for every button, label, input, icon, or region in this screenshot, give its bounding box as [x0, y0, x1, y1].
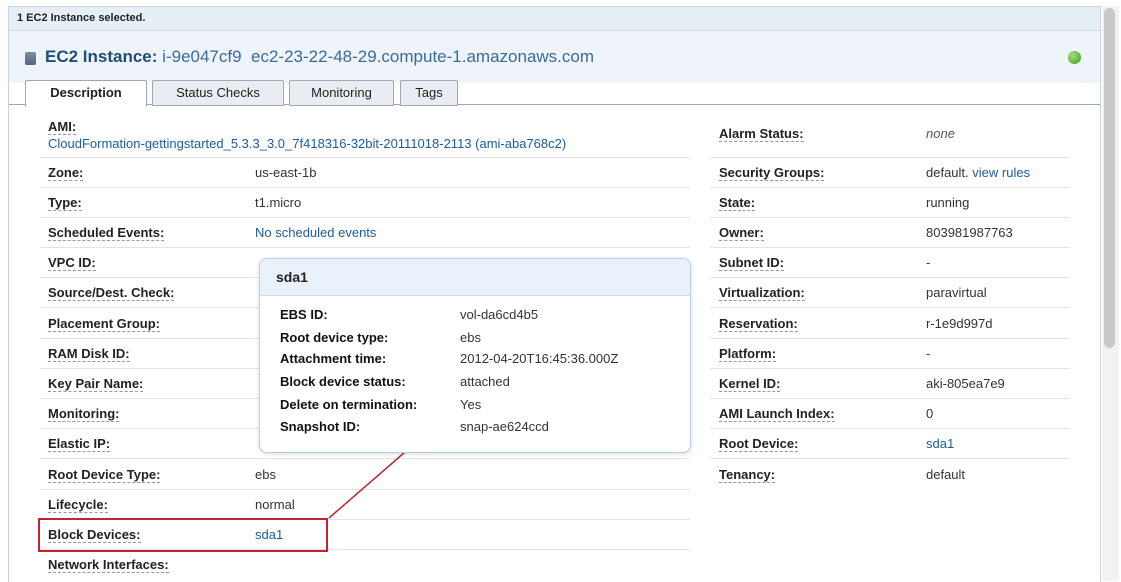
popup-root-device-type-label: Root device type: — [280, 330, 389, 345]
popup-snapshot-id-label: Snapshot ID: — [280, 419, 361, 434]
popup-attachment-time-label: Attachment time: — [280, 351, 387, 366]
popup-delete-on-termination-label: Delete on termination: — [280, 397, 418, 412]
popup-snapshot-id-value: snap-ae624ccd — [460, 419, 549, 434]
popup-title: sda1 — [276, 269, 308, 285]
popup-header: sda1 — [260, 259, 690, 296]
popup-root-device-type-value: ebs — [460, 330, 481, 345]
popup-delete-on-termination-value: Yes — [460, 397, 482, 412]
popup-ebs-id-label: EBS ID: — [280, 307, 328, 322]
block-device-popup: sda1 EBS ID: vol-da6cd4b5 Root device ty… — [259, 258, 691, 453]
popup-block-device-status-value: attached — [460, 374, 510, 389]
popup-ebs-id-value: vol-da6cd4b5 — [460, 307, 539, 322]
popup-block-device-status-label: Block device status: — [280, 374, 406, 389]
popup-attachment-time-value: 2012-04-20T16:45:36.000Z — [460, 351, 619, 366]
